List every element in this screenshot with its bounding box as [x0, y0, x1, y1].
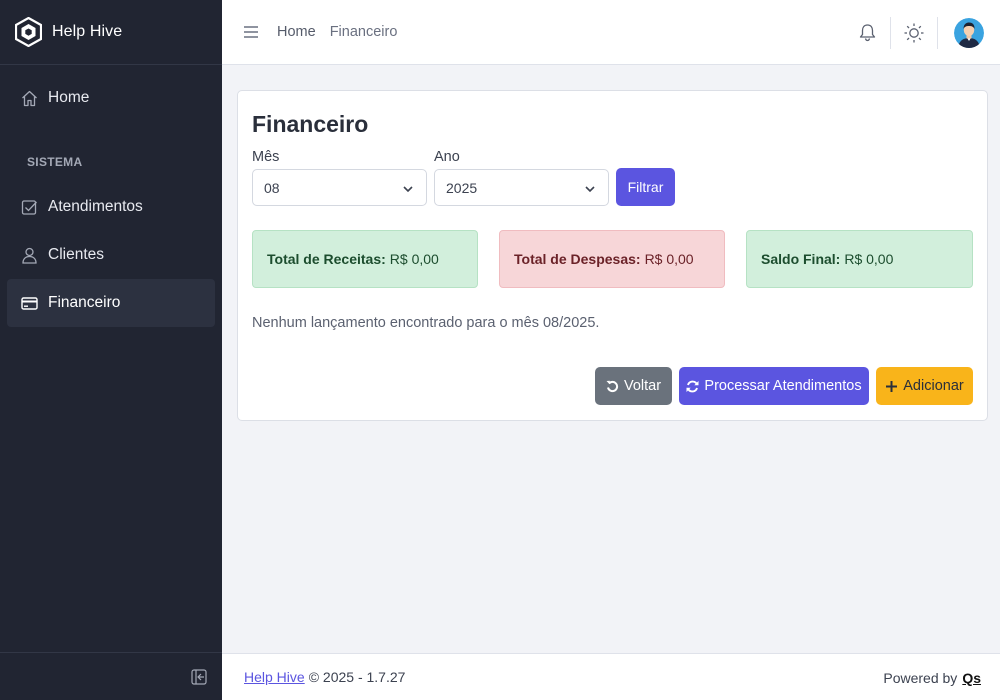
month-select-value: 08: [264, 179, 280, 196]
balance-label: Saldo Final:: [761, 251, 841, 267]
sidebar-item-atendimentos[interactable]: Atendimentos: [7, 183, 215, 231]
refresh-icon: [686, 380, 699, 393]
sidebar-footer: [0, 652, 222, 700]
breadcrumb-home-link[interactable]: Home: [277, 24, 316, 40]
undo-icon: [606, 380, 619, 393]
sidebar-section-label: SISTEMA: [27, 155, 83, 169]
income-total-card: Total de Receitas: R$ 0,00: [252, 230, 478, 288]
home-icon: [20, 89, 38, 107]
year-select-value: 2025: [446, 179, 478, 196]
balance-value: R$ 0,00: [844, 251, 894, 267]
page-title: Financeiro: [252, 111, 369, 137]
divider: [937, 16, 938, 49]
plus-icon: [885, 380, 898, 393]
sidebar: Help Hive Home SISTEMA Atendimentos Clie…: [0, 0, 222, 700]
checkbox-icon: [20, 198, 38, 216]
expense-value: R$ 0,00: [644, 251, 694, 267]
powered-by-brand-link[interactable]: Qs: [962, 670, 981, 686]
powered-by: Powered by Qs: [883, 670, 981, 686]
sidebar-item-label: Clientes: [48, 246, 104, 263]
sidebar-nav: Home SISTEMA Atendimentos Clientes Finan…: [0, 74, 222, 327]
chevron-down-icon: [402, 182, 414, 194]
sidebar-item-label: Atendimentos: [48, 198, 143, 215]
topbar-actions: [844, 0, 1000, 65]
month-select[interactable]: 08: [252, 169, 427, 206]
process-button-label: Processar Atendimentos: [704, 378, 862, 394]
filter-button[interactable]: Filtrar: [616, 168, 675, 206]
month-label: Mês: [252, 149, 280, 165]
income-value: R$ 0,00: [389, 251, 439, 267]
year-select[interactable]: 2025: [434, 169, 609, 206]
back-button-label: Voltar: [623, 378, 662, 394]
chevron-down-icon: [584, 182, 596, 194]
sidebar-item-home[interactable]: Home: [7, 74, 215, 122]
sidebar-item-financeiro[interactable]: Financeiro: [7, 279, 215, 327]
balance-card: Saldo Final: R$ 0,00: [746, 230, 973, 288]
year-label: Ano: [434, 149, 460, 165]
footer-copyright: © 2025 - 1.7.27: [308, 669, 406, 685]
avatar[interactable]: [954, 17, 984, 48]
financeiro-card: Financeiro Mês 08 Ano 2025 Filtrar Total…: [237, 90, 988, 421]
process-button[interactable]: Processar Atendimentos: [679, 367, 869, 405]
add-button[interactable]: Adicionar: [876, 367, 973, 405]
powered-by-label: Powered by: [883, 670, 958, 686]
collapse-sidebar-icon[interactable]: [191, 669, 207, 685]
expense-label: Total de Despesas:: [514, 251, 641, 267]
footer: Help Hive © 2025 - 1.7.27 Powered by Qs: [222, 653, 1000, 700]
sun-icon[interactable]: [891, 17, 937, 49]
footer-app-link[interactable]: Help Hive: [244, 669, 305, 685]
app-name: Help Hive: [52, 23, 123, 40]
breadcrumb-current: Financeiro: [329, 24, 398, 40]
back-button[interactable]: Voltar: [595, 367, 672, 405]
menu-toggle-icon[interactable]: [243, 25, 259, 39]
empty-state-message: Nenhum lançamento encontrado para o mês …: [252, 315, 600, 331]
topbar: Home Financeiro: [222, 0, 1000, 65]
expense-total-card: Total de Despesas: R$ 0,00: [499, 230, 725, 288]
sidebar-item-label: Financeiro: [48, 294, 121, 311]
sidebar-item-clientes[interactable]: Clientes: [7, 231, 215, 279]
hive-logo-icon: [15, 16, 42, 48]
sidebar-item-label: Home: [48, 89, 90, 106]
add-button-label: Adicionar: [903, 378, 964, 394]
bell-icon[interactable]: [844, 17, 890, 49]
person-icon: [20, 246, 38, 264]
credit-card-icon: [20, 294, 38, 312]
brand[interactable]: Help Hive: [0, 0, 222, 65]
income-label: Total de Receitas:: [267, 251, 386, 267]
